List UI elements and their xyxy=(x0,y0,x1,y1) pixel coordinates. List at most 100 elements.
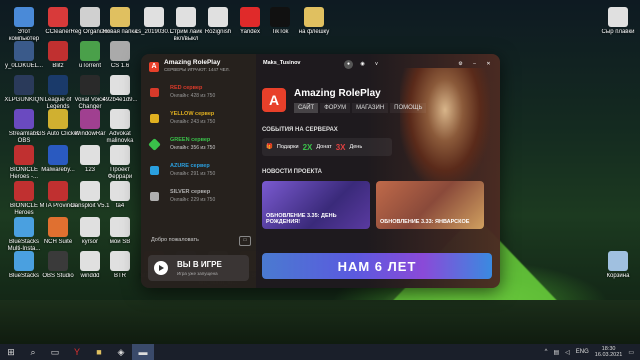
desktop-icon-label: на флешку xyxy=(298,29,330,35)
nav-shop[interactable]: МАГАЗИН xyxy=(352,103,389,113)
gear-icon[interactable]: ⚙ xyxy=(456,60,465,69)
app-icon xyxy=(608,7,628,27)
app-icon xyxy=(304,7,324,27)
server-name: AZURE сервер xyxy=(170,163,210,169)
app-icon xyxy=(48,75,68,95)
app-icon xyxy=(110,251,130,271)
server-color-icon xyxy=(150,166,159,175)
server-online: Онлайн: 356 из 750 xyxy=(170,145,216,151)
app-icon xyxy=(80,41,100,61)
app-title: Amazing RolePlay xyxy=(164,59,221,66)
desktop-icon-label: Корзина xyxy=(606,273,630,279)
news-caption: ОБНОВЛЕНИЕ 3.35: ДЕНЬ РОЖДЕНИЯ! xyxy=(266,213,337,225)
event-donate: Донат xyxy=(316,144,332,150)
app-logo-icon: A xyxy=(149,62,159,72)
event-donate-mult: 2X xyxy=(302,142,313,152)
desktop-icon[interactable]: Advokat malinovka xyxy=(98,106,142,145)
nav-site[interactable]: САЙТ xyxy=(294,103,319,113)
clock-date: 16.03.2021 xyxy=(594,352,623,358)
app-icon xyxy=(48,145,68,165)
desktop-icon[interactable]: на флешку xyxy=(292,4,336,43)
close-icon[interactable]: ✕ xyxy=(484,60,493,69)
hero-artwork xyxy=(400,68,490,188)
desktop-icon[interactable]: ta4 xyxy=(98,178,142,217)
play-sublabel: Игра уже запущена xyxy=(177,271,218,276)
app-icon xyxy=(110,181,130,201)
brand-title: Amazing RolePlay xyxy=(294,88,381,99)
app-icon[interactable]: ◈ xyxy=(110,344,132,360)
server-color-icon xyxy=(150,88,159,97)
app-icon xyxy=(110,75,130,95)
language-indicator[interactable]: ENG xyxy=(576,349,589,355)
app-icon xyxy=(80,145,100,165)
explorer-icon[interactable]: ■ xyxy=(88,344,110,360)
banner-text: НАМ 6 ЛЕТ xyxy=(337,259,417,274)
server-color-icon xyxy=(148,138,161,151)
app-icon xyxy=(48,251,68,271)
app-icon xyxy=(14,75,34,95)
news-title: НОВОСТИ ПРОЕКТА xyxy=(262,169,323,175)
app-icon xyxy=(48,41,68,61)
notification-icon[interactable]: ▭ xyxy=(628,349,634,356)
nav-help[interactable]: ПОМОЩЬ xyxy=(390,103,427,113)
server-item-silver[interactable]: SILVER сервер Онлайн: 229 из 750 xyxy=(150,188,250,208)
app-icon xyxy=(110,109,130,129)
server-name: RED сервер xyxy=(170,85,203,91)
anniversary-banner[interactable]: НАМ 6 ЛЕТ xyxy=(262,253,492,279)
server-item-azure[interactable]: AZURE сервер Онлайн: 291 из 750 xyxy=(150,162,250,182)
launcher-window: A Amazing RolePlay СЕРВЕРЫ ИГРАЮТ: 1447 … xyxy=(141,54,500,288)
minimize-icon[interactable]: – xyxy=(470,60,479,69)
task-view-icon[interactable]: ▭ xyxy=(44,344,66,360)
main-nav: САЙТ ФОРУМ МАГАЗИН ПОМОЩЬ xyxy=(294,103,427,113)
start-icon[interactable]: ⊞ xyxy=(0,344,22,360)
taskbar: ⊞ ⌕ ▭ Y ■ ◈ ▬ ^ ▤ ◁ ENG 18:30 16.03.2021… xyxy=(0,344,640,360)
server-item-red[interactable]: RED сервер Онлайн: 428 из 750 xyxy=(150,84,250,104)
tray-arrow-icon[interactable]: ^ xyxy=(545,349,548,355)
clock[interactable]: 18:30 16.03.2021 xyxy=(595,346,623,358)
app-icon xyxy=(80,75,100,95)
play-button[interactable]: ВЫ В ИГРЕ Игра уже запущена xyxy=(148,255,249,281)
launcher-sidebar: A Amazing RolePlay СЕРВЕРЫ ИГРАЮТ: 1447 … xyxy=(141,54,256,288)
news-caption: ОБНОВЛЕНИЕ 3.33: ЯНВАРСКОЕ xyxy=(380,219,470,225)
app-icon xyxy=(48,181,68,201)
launcher-main: Maks_Tusinov ● ◉ v ⚙ – ✕ A Amazing RoleP… xyxy=(256,54,500,288)
app-icon xyxy=(240,7,260,27)
server-online: Онлайн: 243 из 750 xyxy=(170,119,216,125)
server-online: Онлайн: 291 из 750 xyxy=(170,171,216,177)
yandex-icon[interactable]: Y xyxy=(66,344,88,360)
desktop-icon[interactable]: Проект Феррари xyxy=(98,142,142,181)
app-icon xyxy=(80,7,100,27)
server-item-green[interactable]: GREEN сервер Онлайн: 356 из 750 xyxy=(148,136,250,156)
app-icon xyxy=(144,7,164,27)
app-icon xyxy=(208,7,228,27)
desktop-icon[interactable]: Сыр плавки xyxy=(596,4,640,43)
settings-icon[interactable]: ▭ xyxy=(239,236,251,246)
app-icon xyxy=(110,145,130,165)
app-icon xyxy=(80,217,100,237)
vk-icon[interactable]: v xyxy=(372,60,381,69)
discord-icon[interactable]: ◉ xyxy=(358,60,367,69)
play-label: ВЫ В ИГРЕ xyxy=(177,260,222,269)
news-card-2[interactable]: ОБНОВЛЕНИЕ 3.33: ЯНВАРСКОЕ xyxy=(376,181,484,229)
news-card-1[interactable]: ОБНОВЛЕНИЕ 3.35: ДЕНЬ РОЖДЕНИЯ! xyxy=(262,181,370,229)
server-online: Онлайн: 229 из 750 xyxy=(170,197,216,203)
nav-forum[interactable]: ФОРУМ xyxy=(320,103,351,113)
app-icon xyxy=(608,251,628,271)
search-icon[interactable]: ⌕ xyxy=(22,344,44,360)
app-icon xyxy=(110,7,130,27)
app-icon xyxy=(14,181,34,201)
network-icon[interactable]: ▤ xyxy=(553,349,559,356)
launcher-task-icon[interactable]: ▬ xyxy=(132,344,154,360)
server-item-yellow[interactable]: YELLOW сервер Онлайн: 243 из 750 xyxy=(150,110,250,130)
server-online: Онлайн: 428 из 750 xyxy=(170,93,216,99)
events-title: СОБЫТИЯ НА СЕРВЕРАХ xyxy=(262,127,338,133)
app-icon xyxy=(14,7,34,27)
app-icon xyxy=(80,109,100,129)
volume-icon[interactable]: ◁ xyxy=(565,349,570,356)
app-icon xyxy=(48,109,68,129)
user-icon[interactable]: ● xyxy=(344,60,353,69)
server-color-icon xyxy=(150,114,159,123)
desktop-icon[interactable]: Корзина xyxy=(596,248,640,287)
event-gifts: Подарки xyxy=(276,144,299,150)
username: Maks_Tusinov xyxy=(263,60,301,66)
